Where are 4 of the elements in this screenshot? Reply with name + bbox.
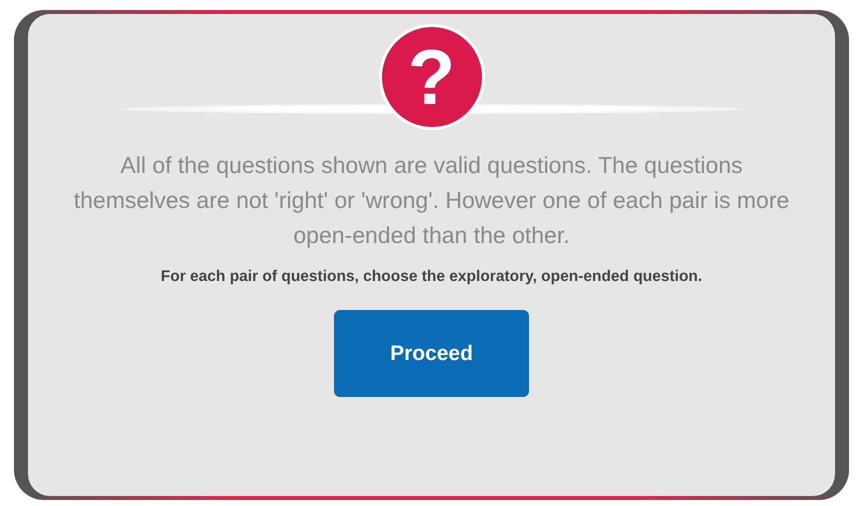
instruction-text: For each pair of questions, choose the exploratory, open-ended question.: [160, 267, 704, 287]
proceed-button[interactable]: Proceed: [334, 310, 529, 397]
question-icon: ?: [378, 24, 484, 130]
message-text: All of the questions shown are valid questions. The questions themselves are not 'right' or 'wrong'. However one of each pair is more open-ended than the other.: [72, 151, 790, 250]
